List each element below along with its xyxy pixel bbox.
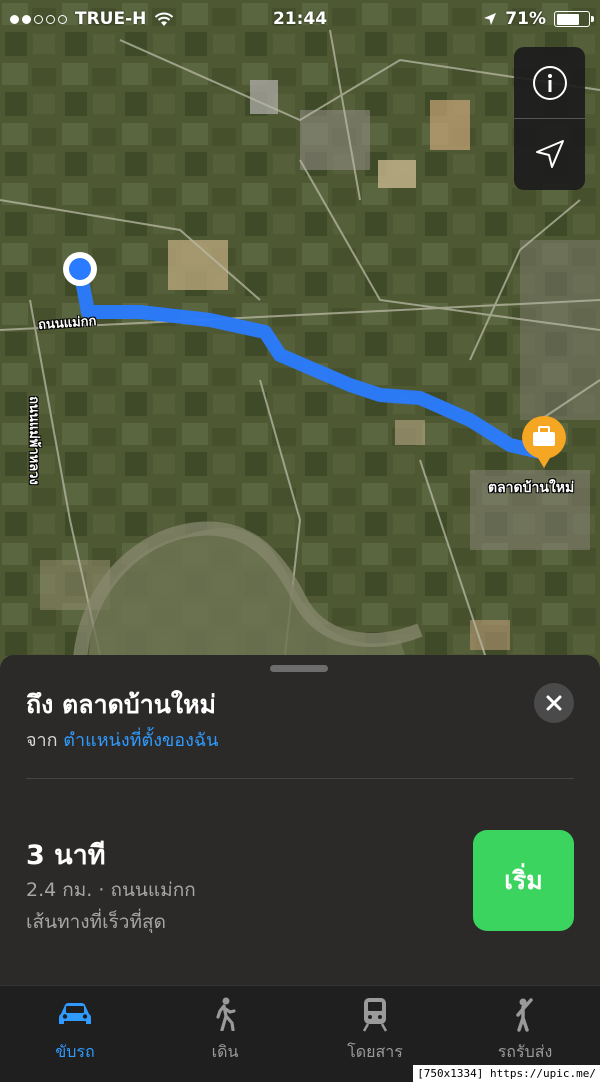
tab-label: รถรับส่ง [497,1042,553,1061]
car-icon [59,1003,91,1024]
destination-title: ถึง ตลาดบ้านใหม่ [26,690,217,719]
track-location-button[interactable] [514,118,585,189]
route-origin: จาก ตำแหน่งที่ตั้งของฉัน [26,725,218,754]
walking-icon [216,997,236,1031]
go-button[interactable]: เริ่ม [473,830,574,931]
train-icon [362,998,388,1032]
info-button[interactable] [514,47,585,118]
location-arrow-icon [535,140,564,168]
location-services-icon [484,13,497,25]
rideshare-icon [516,998,533,1032]
tab-drive[interactable]: ขับรถ [0,986,150,1082]
from-prefix: จาก [26,730,58,751]
eta-time: 3 นาที [26,840,106,871]
tab-label: เดิน [211,1042,239,1061]
route-summary: 2.4 กม. · ถนนแม่กก [26,879,196,901]
wifi-icon [155,12,174,26]
tab-label: ขับรถ [55,1042,95,1061]
battery-icon [554,11,594,27]
close-button[interactable] [534,683,574,723]
info-icon [532,65,567,100]
close-icon [546,695,562,711]
origin-link[interactable]: ตำแหน่งที่ตั้งของฉัน [63,730,218,751]
divider [26,778,574,779]
status-bar: TRUE-H 21:44 71% [0,0,600,38]
map-view[interactable]: ถนนแม่กก ถนนแม่พ้าหลวง ตลาดบ้านใหม่ [0,0,600,700]
road-label: ถนนแม่พ้าหลวง [25,396,41,485]
carrier-name: TRUE-H [75,9,147,29]
map-controls [514,47,585,190]
satellite-map [0,0,600,700]
watermark: [750x1334] https://upic.me/ [413,1065,600,1082]
route-card[interactable]: ถึง ตลาดบ้านใหม่ จาก ตำแหน่งที่ตั้งของฉั… [0,655,600,985]
road-label: ถนนแม่กก [37,313,97,334]
battery-percent: 71% [505,9,546,29]
signal-strength-icon [10,14,67,24]
destination-label: ตลาดบ้านใหม่ [488,480,575,496]
route-note: เส้นทางที่เร็วที่สุด [26,911,166,933]
tab-walk[interactable]: เดิน [150,986,300,1082]
card-grabber[interactable] [270,665,328,672]
tab-label: โดยสาร [347,1042,403,1061]
